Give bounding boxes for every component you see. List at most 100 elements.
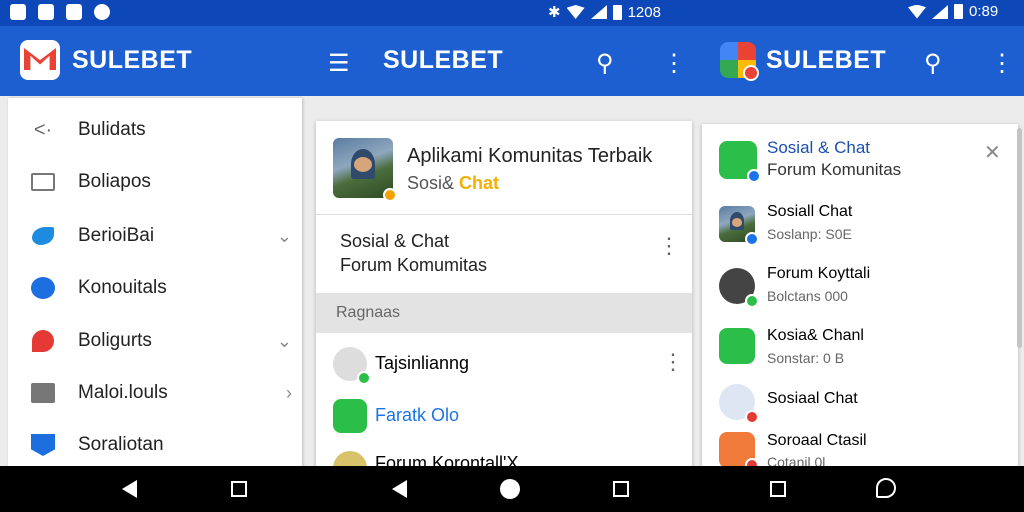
assistant-icon[interactable] — [876, 478, 896, 498]
drawer-item-label: Konouitals — [78, 277, 167, 298]
verified-badge-icon — [383, 188, 397, 202]
chat-item-sub: Sonstar: 0 B — [767, 350, 845, 366]
status-cluster-middle: ✱ 1208 — [548, 3, 661, 22]
forum-icon — [333, 451, 367, 467]
list-item-label: Tajsinlianng — [375, 353, 470, 373]
signal-icon — [590, 5, 607, 19]
battery-icon — [954, 4, 963, 19]
list-item-label: Faratk Olo — [375, 405, 460, 425]
menu-icon[interactable]: ☰ — [328, 49, 350, 78]
chat-item-title: Kosia& Chanl — [767, 327, 864, 344]
scrollbar[interactable] — [1017, 128, 1022, 348]
recents-icon[interactable] — [231, 481, 247, 497]
drawer-item-4[interactable]: Boligurts ⌄ — [8, 315, 302, 367]
chat-app-icon — [333, 399, 367, 433]
pin-icon — [30, 328, 56, 354]
status-bar: ✱ 1208 0:89 — [0, 0, 1024, 26]
status-cluster-right: 0:89 — [908, 3, 998, 20]
list-item[interactable]: Tajsinlianng ⋮ — [316, 341, 692, 387]
feed-item-sub: Forum Komumitas — [340, 255, 488, 275]
panel-title: Sosial & Chat — [767, 138, 870, 157]
app-bar-right: SULEBET ⚲ ⋮ — [696, 26, 1024, 96]
chat-item[interactable]: Kosia& Chanl Sonstar: 0 B — [702, 322, 1018, 378]
drawer-item-2[interactable]: BerioiBai ⌄ — [8, 210, 302, 262]
gmail-logo-icon — [20, 40, 60, 80]
feed-item-title: Sosial & Chat — [340, 231, 450, 251]
feed-header-sub-b: Chat — [459, 173, 500, 193]
drawer-item-1[interactable]: Boliapos — [8, 156, 302, 208]
chat-item-title: Forum Koyttali — [767, 265, 871, 282]
feed-item-sosial[interactable]: Sosial & Chat Forum Komumitas ⋮ — [316, 215, 692, 293]
heart-icon — [94, 4, 110, 20]
feed-header-title: Aplikami Komunitas Terbaik — [407, 145, 653, 167]
profile-avatar[interactable] — [333, 138, 397, 202]
chat-app-icon — [719, 141, 761, 183]
wifi-icon — [566, 5, 585, 19]
chat-item[interactable]: Forum Koyttali Bolctans 000 — [702, 260, 1018, 316]
bird-icon — [719, 384, 759, 424]
more-vert-icon[interactable]: ⋮ — [662, 49, 686, 78]
back-icon[interactable] — [392, 480, 407, 498]
image-notification-icon — [10, 4, 26, 20]
navigation-bar — [0, 466, 1024, 512]
folder-icon — [30, 380, 56, 406]
app-bar-left: SULEBET — [0, 26, 306, 96]
more-vert-icon[interactable]: ⋮ — [990, 49, 1014, 78]
chevron-down-icon[interactable]: ⌄ — [277, 331, 292, 352]
avatar — [719, 206, 759, 246]
drawer-item-3[interactable]: Konouitals — [8, 262, 302, 314]
chat-panel: Sosial & Chat Forum Komunitas ✕ Sosiall … — [702, 124, 1018, 467]
battery-icon — [612, 4, 622, 20]
close-icon[interactable]: ✕ — [984, 140, 1001, 165]
section-label: Ragnaas — [336, 304, 401, 321]
clock: 1208 — [627, 3, 661, 21]
feed-panel: Aplikami Komunitas Terbaik Sosi& Chat So… — [316, 121, 692, 467]
section-header: Ragnaas — [316, 293, 692, 333]
verified-badge-icon — [747, 169, 761, 183]
tag-icon — [30, 432, 56, 458]
drawer-item-0[interactable]: <· Bulidats — [8, 104, 302, 156]
wifi-icon — [908, 4, 926, 19]
chevron-down-icon[interactable]: ⌄ — [277, 226, 292, 247]
drawer-item-label: Boliapos — [78, 171, 151, 192]
chat-item[interactable]: Soroaal Ctasil Cotanil 0l — [702, 430, 1018, 467]
chevron-right-icon[interactable]: › — [286, 383, 292, 404]
notification-badge-icon — [745, 410, 759, 424]
more-vert-icon[interactable]: ⋮ — [662, 349, 684, 375]
list-item[interactable]: Faratk Olo — [316, 393, 692, 439]
verified-badge-icon — [745, 232, 759, 246]
app-title: SULEBET — [383, 46, 504, 74]
bluetooth-icon: ✱ — [548, 4, 561, 21]
bird-icon — [30, 223, 56, 249]
clock: 0:89 — [969, 3, 999, 20]
chat-item-sub: Bolctans 000 — [767, 288, 848, 304]
drawer-item-label: Bulidats — [78, 119, 146, 140]
recents-icon[interactable] — [613, 481, 629, 497]
mail-icon — [30, 169, 56, 195]
loop-icon — [333, 347, 371, 385]
drawer-item-5[interactable]: Maloi.louls › — [8, 367, 302, 419]
feed-header-sub-a: Sosi& — [407, 173, 455, 193]
message-app-icon — [719, 432, 759, 467]
online-badge-icon — [745, 294, 759, 308]
drawer-item-6[interactable]: Soraliotan — [8, 419, 302, 471]
back-icon[interactable] — [122, 480, 137, 498]
app-logo-icon — [720, 42, 759, 81]
more-vert-icon[interactable]: ⋮ — [658, 233, 680, 259]
drawer-item-label: BerioiBai — [78, 225, 155, 246]
signal-icon — [932, 4, 948, 19]
online-badge-icon — [357, 371, 371, 385]
app-title: SULEBET — [72, 46, 193, 74]
document-notification-icon — [38, 4, 54, 20]
search-icon[interactable]: ⚲ — [596, 49, 614, 78]
chat-item[interactable]: Sosiaal Chat — [702, 380, 1018, 428]
app-bar-middle: ☰ SULEBET ⚲ ⋮ — [306, 26, 696, 96]
list-item[interactable]: Forum Korontall'X — [316, 445, 692, 467]
share-icon: <· — [33, 118, 53, 141]
chat-item[interactable]: Sosiall Chat Soslanp: S0E — [702, 198, 1018, 254]
recents-icon[interactable] — [770, 481, 786, 497]
home-icon[interactable] — [500, 479, 520, 499]
shopping-bag-icon — [66, 4, 82, 20]
search-icon[interactable]: ⚲ — [924, 49, 942, 78]
drawer-item-label: Maloi.louls — [78, 382, 168, 403]
